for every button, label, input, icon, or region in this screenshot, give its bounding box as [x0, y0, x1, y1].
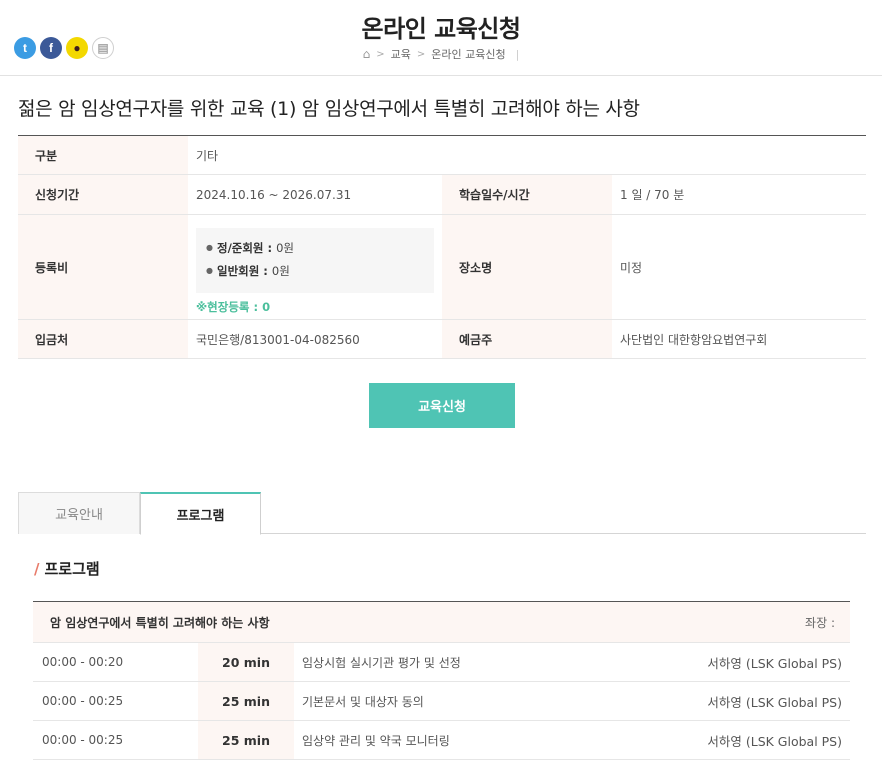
bank-label: 입금처 [18, 320, 188, 358]
row-duration: 25 min [198, 721, 294, 759]
venue-label: 장소명 [442, 215, 612, 319]
holder-value: 사단법인 대한항암요법연구회 [620, 332, 768, 347]
fee-value: ● 정/준회원 : 0원 ● 일반회원 : 0원 ※현장등록 : 0 [188, 215, 442, 319]
info-row-period: 신청기간 2024.10.16 ~ 2026.07.31 학습일수/시간 1 일… [18, 175, 866, 215]
tab-program[interactable]: 프로그램 [140, 492, 261, 535]
fee-general: ● 일반회원 : 0원 [206, 263, 434, 279]
page-header: t f ● ▤ 온라인 교육신청 ⌂ > 교육 > 온라인 교육신청 | [0, 0, 882, 76]
period-label: 신청기간 [18, 175, 188, 214]
venue-value: 미정 [620, 260, 643, 275]
course-title: 젊은 암 임상연구자를 위한 교육 (1) 암 임상연구에서 특별히 고려해야 … [18, 98, 640, 120]
row-speaker: 서하영 (LSK Global PS) [707, 694, 842, 710]
holder-label: 예금주 [442, 320, 612, 358]
page-title: 온라인 교육신청 [361, 15, 521, 43]
breadcrumb-divider: | [515, 47, 520, 61]
row-speaker: 서하영 (LSK Global PS) [707, 655, 842, 671]
row-duration: 20 min [198, 643, 294, 681]
bullet-icon: ● [206, 243, 213, 252]
breadcrumb-item-online-apply[interactable]: 온라인 교육신청 [431, 46, 505, 62]
row-time: 00:00 - 00:25 [42, 694, 124, 708]
row-topic: 임상약 관리 및 약국 모니터링 [302, 733, 450, 748]
table-row: 00:00 - 00:25 25 min 기본문서 및 대상자 동의 서하영 (… [33, 682, 850, 721]
fee-general-label: 일반회원 : [216, 263, 268, 278]
fee-regular: ● 정/준회원 : 0원 [206, 240, 434, 256]
bullet-icon: ● [206, 266, 213, 275]
chevron-right-icon: > [416, 48, 426, 60]
apply-button[interactable]: 교육신청 [369, 383, 515, 428]
fee-regular-value: 0원 [276, 240, 295, 255]
fee-box: ● 정/준회원 : 0원 ● 일반회원 : 0원 [196, 227, 434, 293]
session-chair: 좌장 : [805, 615, 835, 630]
tab-bar: 교육안내 프로그램 [18, 492, 866, 535]
fee-general-value: 0원 [271, 263, 290, 278]
table-row: 00:00 - 00:25 25 min 임상약 관리 및 약국 모니터링 서하… [33, 721, 850, 760]
duration-label: 학습일수/시간 [442, 175, 612, 214]
program-heading-text: 프로그램 [44, 560, 100, 578]
table-row: 00:00 - 00:20 20 min 임상시험 실시기관 평가 및 선정 서… [33, 643, 850, 682]
period-value: 2024.10.16 ~ 2026.07.31 [196, 187, 352, 202]
breadcrumb-item-education[interactable]: 교육 [391, 46, 411, 62]
bank-value: 국민은행/813001-04-082560 [196, 332, 360, 347]
row-duration: 25 min [198, 682, 294, 720]
course-info-table: 구분 기타 신청기간 2024.10.16 ~ 2026.07.31 학습일수/… [18, 135, 866, 359]
row-time: 00:00 - 00:20 [42, 655, 124, 669]
home-icon[interactable]: ⌂ [363, 47, 371, 61]
info-row-fee: 등록비 ● 정/준회원 : 0원 ● 일반회원 : 0원 ※현장등록 : 0 장… [18, 215, 866, 320]
program-table: 암 임상연구에서 특별히 고려해야 하는 사항 좌장 : 00:00 - 00:… [33, 601, 850, 760]
fee-label: 등록비 [18, 215, 188, 319]
fee-onsite: ※현장등록 : 0 [196, 299, 271, 314]
breadcrumb: ⌂ > 교육 > 온라인 교육신청 | [0, 46, 882, 62]
chevron-right-icon: > [376, 48, 385, 60]
session-title: 암 임상연구에서 특별히 고려해야 하는 사항 [50, 615, 270, 630]
category-label: 구분 [18, 136, 188, 174]
category-value: 기타 [196, 148, 219, 163]
row-time: 00:00 - 00:25 [42, 733, 124, 747]
row-speaker: 서하영 (LSK Global PS) [707, 733, 842, 749]
row-topic: 임상시험 실시기관 평가 및 선정 [302, 655, 461, 670]
row-topic: 기본문서 및 대상자 동의 [302, 694, 424, 709]
program-heading: / 프로그램 [34, 558, 100, 579]
tab-course-guide[interactable]: 교육안내 [18, 492, 140, 534]
duration-value: 1 일 / 70 분 [620, 188, 685, 202]
info-row-bank: 입금처 국민은행/813001-04-082560 예금주 사단법인 대한항암요… [18, 320, 866, 359]
slash-icon: / [34, 559, 40, 578]
fee-regular-label: 정/준회원 : [216, 240, 273, 255]
info-row-category: 구분 기타 [18, 136, 866, 175]
program-session-header: 암 임상연구에서 특별히 고려해야 하는 사항 좌장 : [33, 602, 850, 643]
